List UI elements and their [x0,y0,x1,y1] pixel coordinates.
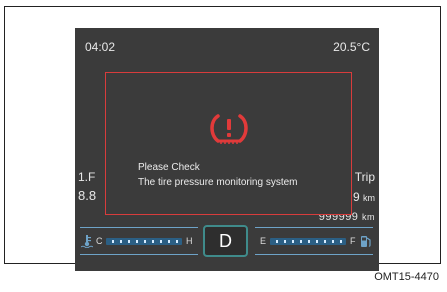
warning-message-line-1: Please Check [138,162,200,173]
left-info-line-1: 1.F [78,170,96,184]
fuel-empty-label: E [260,236,267,246]
clock-readout: 04:02 [85,40,116,54]
trip-distance-value: 9 [352,190,360,204]
gear-position-indicator: D [203,225,248,257]
fuel-pump-icon [361,236,371,247]
right-divider-line [255,227,373,228]
left-divider-line [80,227,198,228]
odometer-unit: km [362,212,375,222]
tpms-warning-icon [210,114,248,144]
right-divider-line-lower [255,254,373,255]
coolant-low-label: C [96,236,103,246]
outside-temperature-readout: 20.5°C [333,40,370,54]
tpms-warning-popup: Please Check The tire pressure monitorin… [105,72,352,215]
fuel-gauge-bar [270,238,346,245]
coolant-high-label: H [186,236,193,246]
figure-code-caption: OMT15-4470 [374,271,439,283]
warning-message-line-2: The tire pressure monitoring system [138,177,298,188]
left-divider-line-lower [80,254,198,255]
coolant-gauge-bar [106,238,182,245]
instrument-cluster-display: 04:02 20.5°C 1.F 8.8 Trip 9 km 999999 km… [75,28,379,271]
trip-distance-readout: 9 km [353,190,375,204]
left-info-line-2: 8.8 [78,188,97,203]
trip-label: Trip [354,170,375,184]
fuel-full-label: F [350,236,356,246]
trip-distance-unit: km [363,193,375,203]
coolant-temperature-icon [81,235,93,248]
